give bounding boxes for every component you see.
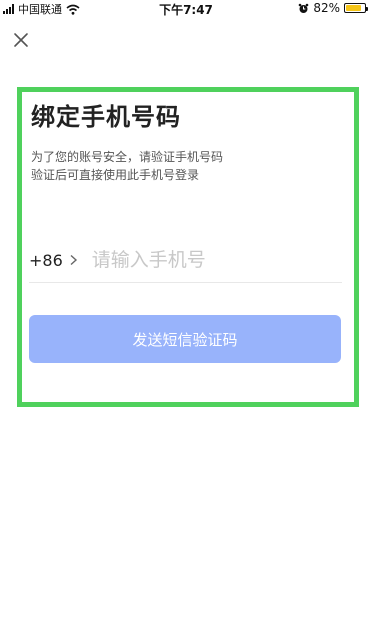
- battery-fill: [346, 5, 361, 11]
- description-line-2: 验证后可直接使用此手机号登录: [31, 168, 200, 182]
- country-code-selector[interactable]: +86: [29, 251, 78, 270]
- battery-percent: 82%: [313, 1, 340, 15]
- status-right: 82%: [298, 1, 368, 15]
- description: 为了您的账号安全，请验证手机号码 验证后可直接使用此手机号登录: [31, 148, 223, 184]
- battery-icon: [344, 3, 368, 13]
- country-code-label: +86: [29, 250, 63, 270]
- phone-input-row: +86: [29, 238, 342, 283]
- chevron-right-icon: [70, 254, 77, 266]
- page-title: 绑定手机号码: [31, 103, 181, 131]
- alarm-icon: [299, 3, 309, 13]
- description-line-1: 为了您的账号安全，请验证手机号码: [31, 150, 224, 164]
- phone-number-input[interactable]: [89, 248, 342, 272]
- status-bar: 中国联通 下午7:47 82%: [0, 0, 372, 18]
- close-icon[interactable]: [12, 31, 30, 49]
- send-sms-code-button[interactable]: 发送短信验证码: [29, 315, 341, 363]
